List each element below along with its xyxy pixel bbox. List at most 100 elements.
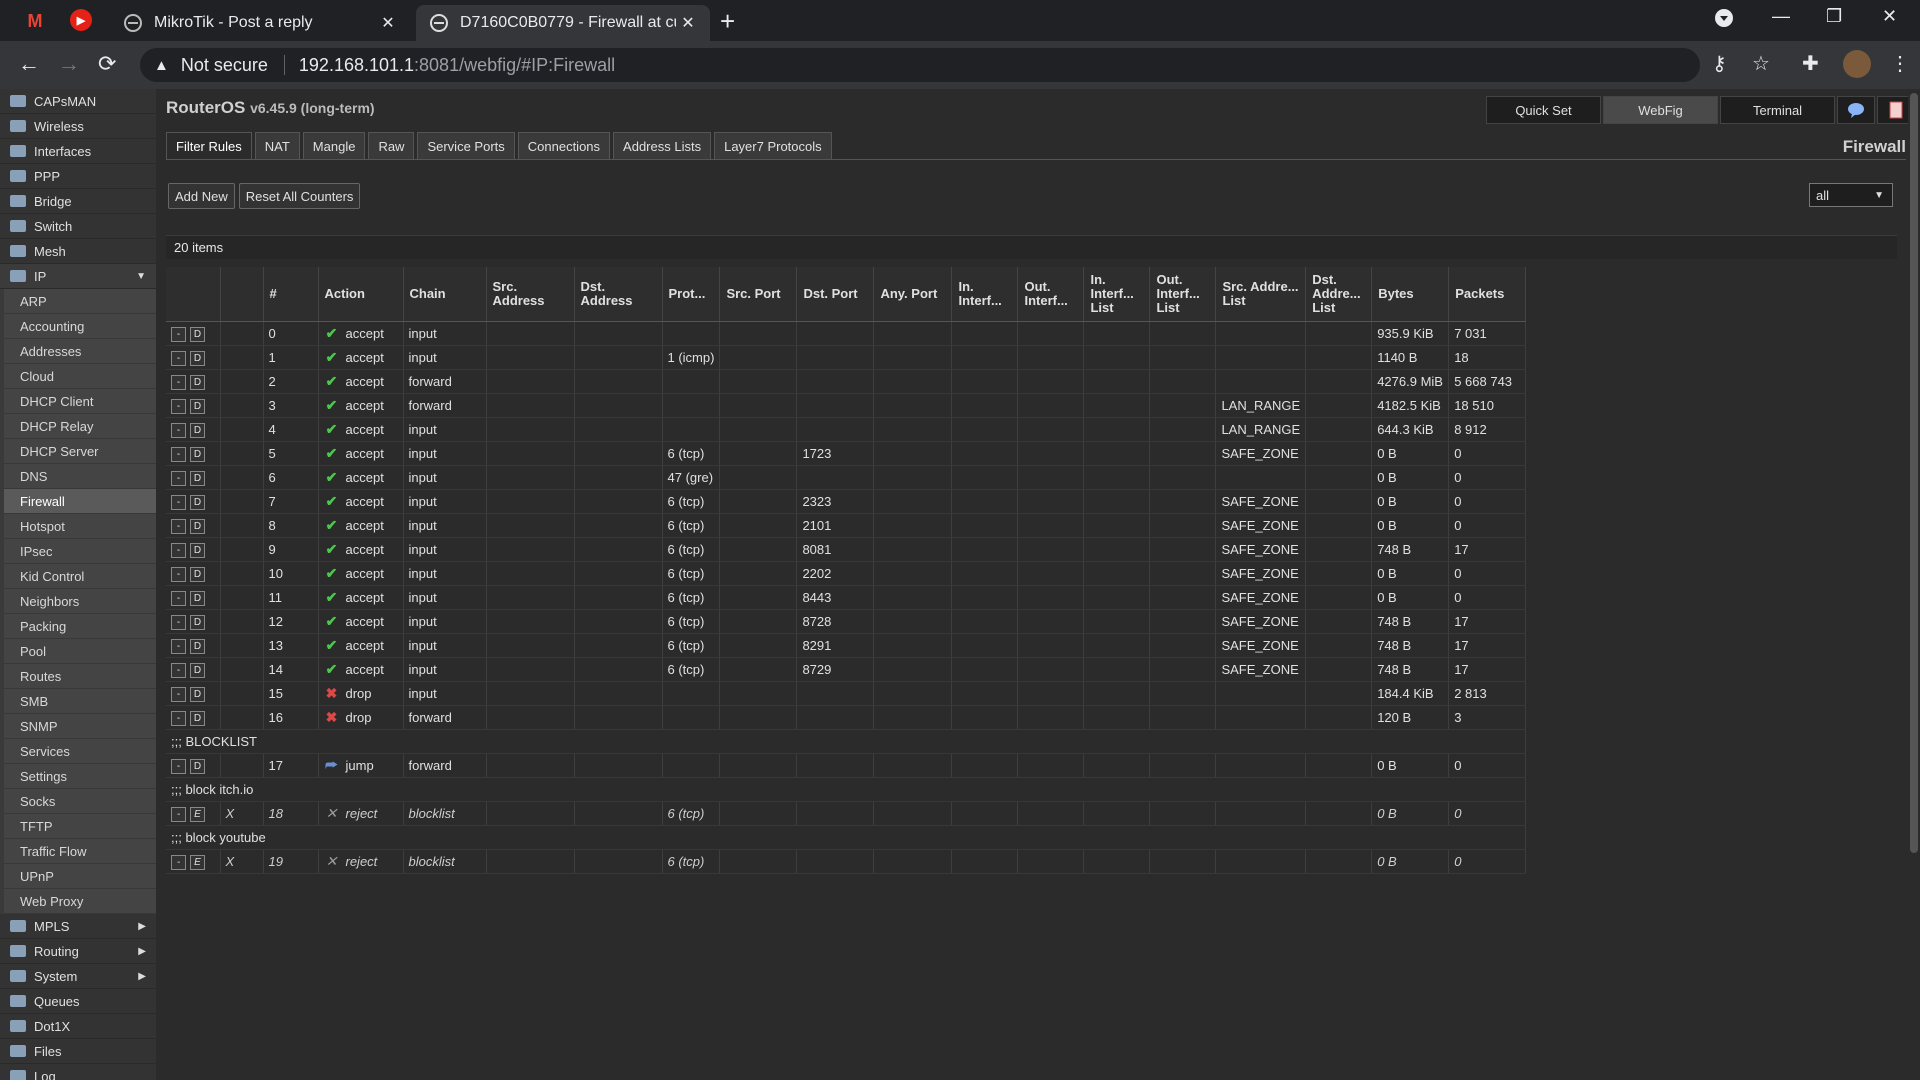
table-row[interactable]: - D 3 ✔ accept forward LAN_RANGE 4182.5 KiB 18 5… [166, 393, 1527, 418]
sidebar-subitem-dns[interactable]: DNS [4, 464, 156, 489]
column-header[interactable]: Dst. Address [574, 267, 663, 322]
tab-layer7-protocols[interactable]: Layer7 Protocols [714, 132, 832, 159]
remove-rule-button[interactable]: - [171, 494, 186, 510]
remove-rule-button[interactable]: - [171, 518, 186, 534]
reload-icon[interactable]: ⟳ [98, 51, 116, 77]
scrollbar-thumb[interactable] [1910, 93, 1918, 853]
sidebar-item-system[interactable]: System ▶ [0, 964, 156, 989]
minimize-icon[interactable]: — [1772, 6, 1790, 27]
sidebar-subitem-arp[interactable]: ARP [4, 289, 156, 314]
sidebar-subitem-dhcp-relay[interactable]: DHCP Relay [4, 414, 156, 439]
remove-rule-button[interactable]: - [171, 326, 186, 342]
sidebar-subitem-packing[interactable]: Packing [4, 614, 156, 639]
disable-rule-button[interactable]: D [190, 398, 205, 414]
remove-rule-button[interactable]: - [171, 470, 186, 486]
disable-rule-button[interactable]: D [190, 374, 205, 390]
sidebar-subitem-hotspot[interactable]: Hotspot [4, 514, 156, 539]
sidebar-item-bridge[interactable]: Bridge [0, 189, 156, 214]
terminal-button[interactable]: Terminal [1720, 96, 1835, 124]
sidebar-item-dot1x[interactable]: Dot1X [0, 1014, 156, 1039]
enable-rule-button[interactable]: E [190, 806, 205, 822]
column-header[interactable]: Chain [403, 267, 487, 322]
disable-rule-button[interactable]: D [190, 326, 205, 342]
column-header[interactable]: Src. Port [719, 267, 798, 322]
column-header[interactable] [166, 267, 221, 322]
table-row[interactable]: - D 7 ✔ accept input 6 (tcp) 2323 SAFE_ZONE 0 B0 [166, 489, 1527, 514]
table-row[interactable]: - D 2 ✔ accept forward 4276.9 MiB 5 668 743 [166, 369, 1527, 394]
sidebar-item-interfaces[interactable]: Interfaces [0, 139, 156, 164]
disable-rule-button[interactable]: D [190, 350, 205, 366]
table-row[interactable]: - D 11 ✔ accept input 6 (tcp) 8443 SAFE_ZONE 0 B0 [166, 585, 1527, 610]
sidebar-subitem-dhcp-server[interactable]: DHCP Server [4, 439, 156, 464]
table-row[interactable]: - D 8 ✔ accept input 6 (tcp) 2101 SAFE_ZONE 0 B0 [166, 513, 1527, 538]
disable-rule-button[interactable]: D [190, 470, 205, 486]
remove-rule-button[interactable]: - [171, 854, 186, 870]
sidebar-subitem-accounting[interactable]: Accounting [4, 314, 156, 339]
add-new-button[interactable]: Add New [168, 183, 235, 209]
disable-rule-button[interactable]: D [190, 518, 205, 534]
sidebar-subitem-traffic-flow[interactable]: Traffic Flow [4, 839, 156, 864]
disable-rule-button[interactable]: D [190, 446, 205, 462]
tab-mangle[interactable]: Mangle [302, 132, 366, 159]
table-row[interactable]: - D 13 ✔ accept input 6 (tcp) 8291 SAFE_ZONE 748 … [166, 633, 1527, 658]
table-row[interactable]: - D 16 ✖ drop forward 120 B3 [166, 705, 1527, 730]
forward-icon[interactable]: → [58, 51, 80, 77]
sidebar-item-capsman[interactable]: CAPsMAN [0, 89, 156, 114]
remove-rule-button[interactable]: - [171, 710, 186, 726]
table-row[interactable]: - D 17 ⮫ jump forward 0 B0 [166, 753, 1527, 778]
sidebar-subitem-pool[interactable]: Pool [4, 639, 156, 664]
sidebar-item-queues[interactable]: Queues [0, 989, 156, 1014]
sidebar-subitem-web-proxy[interactable]: Web Proxy [4, 889, 156, 914]
remove-rule-button[interactable]: - [171, 422, 186, 438]
remove-rule-button[interactable]: - [171, 374, 186, 390]
page-scrollbar[interactable] [1908, 89, 1920, 1080]
close-window-icon[interactable]: ✕ [1882, 6, 1897, 27]
sidebar-item-log[interactable]: Log [0, 1064, 156, 1080]
restore-icon[interactable]: ❐ [1826, 6, 1842, 27]
column-header[interactable]: Prot... [662, 267, 721, 322]
key-icon[interactable]: ⚷ [1712, 51, 1727, 76]
remove-rule-button[interactable]: - [171, 806, 186, 822]
column-header[interactable]: In. Interf... [951, 267, 1019, 322]
profile-avatar[interactable] [1843, 50, 1871, 78]
column-header[interactable]: Out. Interf... List [1149, 267, 1217, 322]
column-header[interactable]: Src. Address [486, 267, 575, 322]
table-row[interactable]: - D 12 ✔ accept input 6 (tcp) 8728 SAFE_ZONE 748 … [166, 609, 1527, 634]
column-header[interactable]: Dst. Port [796, 267, 875, 322]
reset-all-counters-button[interactable]: Reset All Counters [238, 183, 361, 209]
disable-rule-button[interactable]: D [190, 614, 205, 630]
sidebar-subitem-cloud[interactable]: Cloud [4, 364, 156, 389]
column-header[interactable]: Dst. Addre... List [1305, 267, 1373, 322]
disable-rule-button[interactable]: D [190, 566, 205, 582]
sidebar-item-ip[interactable]: IP ▼ [0, 264, 156, 289]
remove-rule-button[interactable]: - [171, 686, 186, 702]
close-tab-icon[interactable]: ✕ [376, 13, 400, 33]
address-bar[interactable]: ▲ Not secure 192.168.101.1:8081/webfig/#… [140, 48, 1700, 82]
disable-rule-button[interactable]: D [190, 542, 205, 558]
gmail-icon[interactable]: M [23, 9, 47, 33]
column-header[interactable]: In. Interf... List [1083, 267, 1151, 322]
sidebar-subitem-firewall[interactable]: Firewall [4, 489, 156, 514]
bookmark-star-icon[interactable]: ☆ [1752, 51, 1770, 76]
filter-select[interactable]: all ▼ [1809, 183, 1893, 207]
disable-rule-button[interactable]: D [190, 710, 205, 726]
sidebar-item-files[interactable]: Files [0, 1039, 156, 1064]
disable-rule-button[interactable]: D [190, 758, 205, 774]
tab-service-ports[interactable]: Service Ports [417, 132, 515, 159]
remove-rule-button[interactable]: - [171, 662, 186, 678]
remove-rule-button[interactable]: - [171, 446, 186, 462]
quick-set-button[interactable]: Quick Set [1486, 96, 1601, 124]
menu-kebab-icon[interactable]: ⋮ [1890, 51, 1910, 76]
disable-rule-button[interactable]: D [190, 662, 205, 678]
table-row[interactable]: - E X 18 ✕ reject blocklist 6 (tcp) 0 B0 [166, 801, 1527, 826]
sidebar-subitem-snmp[interactable]: SNMP [4, 714, 156, 739]
table-row[interactable]: - D 10 ✔ accept input 6 (tcp) 2202 SAFE_ZONE 0 B0 [166, 561, 1527, 586]
sidebar-item-wireless[interactable]: Wireless [0, 114, 156, 139]
extensions-icon[interactable]: ✚ [1802, 51, 1819, 76]
sidebar-item-ppp[interactable]: PPP [0, 164, 156, 189]
disable-rule-button[interactable]: D [190, 686, 205, 702]
sidebar-subitem-services[interactable]: Services [4, 739, 156, 764]
table-row[interactable]: - D 1 ✔ accept input 1 (icmp) 1140 B 18 [166, 345, 1527, 370]
disable-rule-button[interactable]: D [190, 590, 205, 606]
table-row[interactable]: - D 9 ✔ accept input 6 (tcp) 8081 SAFE_ZONE 748 B… [166, 537, 1527, 562]
